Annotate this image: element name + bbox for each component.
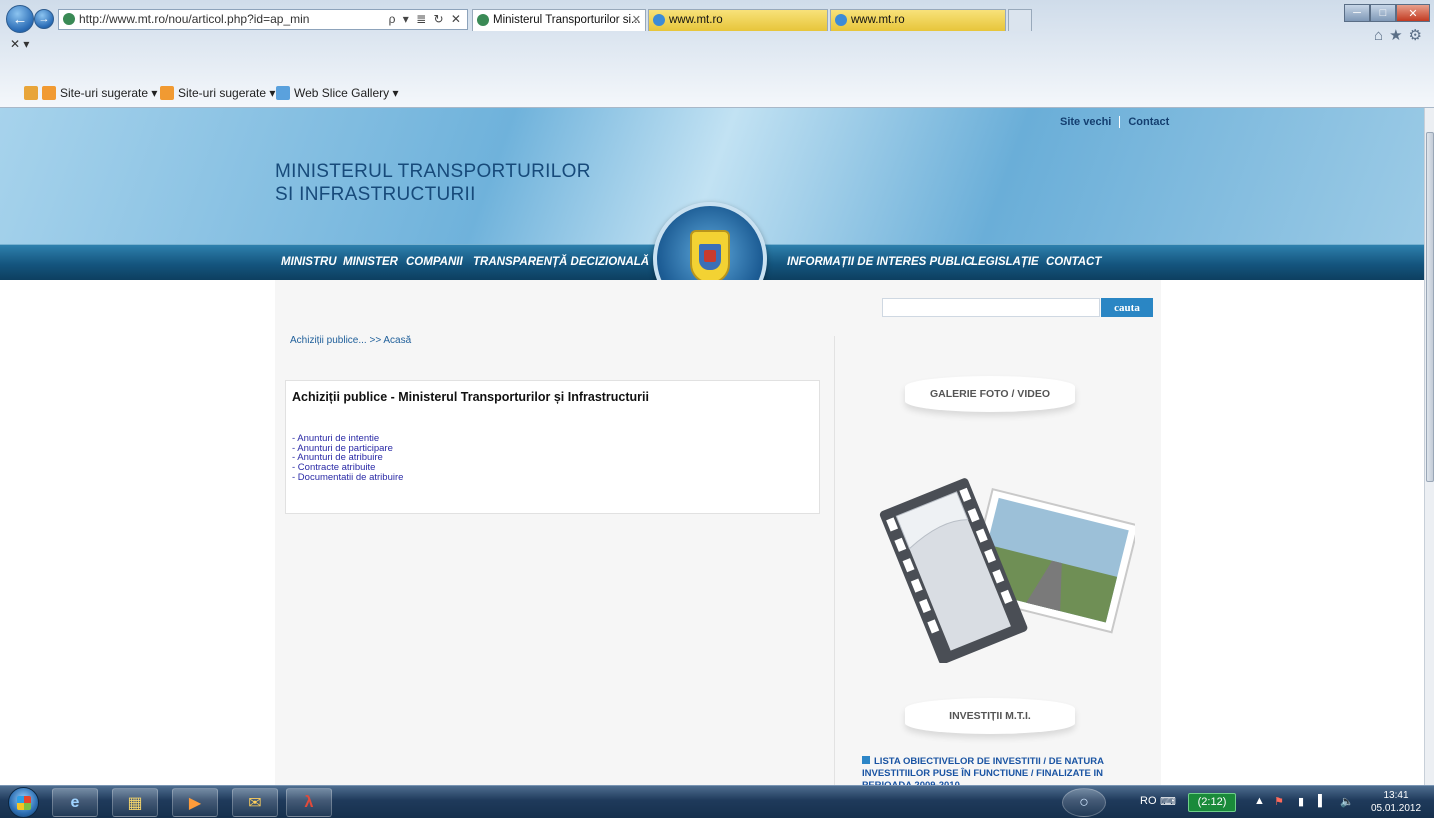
- nav-informatii[interactable]: INFORMAȚII DE INTERES PUBLIC: [787, 256, 972, 268]
- clock[interactable]: 13:41 05.01.2012: [1366, 789, 1426, 815]
- favorites-sugerate-1[interactable]: Site-uri sugerate ▾: [24, 86, 157, 100]
- tab-mt-ro-1[interactable]: www.mt.ro: [648, 9, 828, 31]
- tab-label: www.mt.ro: [851, 14, 905, 26]
- language-indicator[interactable]: RO: [1140, 795, 1157, 807]
- nav-ministru[interactable]: MINISTRU: [281, 256, 337, 268]
- link-documentatii-atribuire[interactable]: - Documentatii de atribuire: [292, 473, 403, 483]
- tab-ministerul[interactable]: Ministerul Transporturilor si... ✕: [472, 9, 646, 31]
- keyboard-icon[interactable]: ⌨: [1160, 795, 1176, 808]
- media-icon[interactable]: ▶: [172, 788, 218, 817]
- tab-favicon-icon: [477, 14, 489, 26]
- command-bar[interactable]: ✕ ▾: [10, 37, 29, 51]
- article-title: Achiziții publice - Ministerul Transport…: [292, 390, 649, 404]
- contact-top-link[interactable]: Contact: [1128, 116, 1169, 128]
- article-link-list: - Anunturi de intentie - Anunturi de par…: [292, 434, 403, 483]
- network-warning-icon[interactable]: ⚑: [1274, 795, 1284, 808]
- film-photo-icon[interactable]: [860, 458, 1135, 663]
- favorites-label: Site-uri sugerate ▾: [60, 86, 158, 100]
- browser-toolicons: ⌂★⚙: [1374, 26, 1428, 44]
- article-box: Achiziții publice - Ministerul Transport…: [285, 380, 820, 514]
- back-arrow-icon[interactable]: ←: [6, 5, 34, 33]
- tab-mt-ro-2[interactable]: www.mt.ro: [830, 9, 1006, 31]
- investitii-heading[interactable]: INVESTIȚII M.T.I.: [905, 698, 1075, 734]
- tab-close-icon[interactable]: ✕: [632, 10, 641, 30]
- shield-icon: [690, 230, 730, 284]
- address-url: http://www.mt.ro/nou/articol.php?id=ap_m…: [79, 12, 310, 26]
- ie-icon[interactable]: e: [52, 788, 98, 817]
- signal-icon[interactable]: ▌: [1318, 795, 1326, 807]
- outlook-icon[interactable]: ✉: [232, 788, 278, 817]
- investment-link-text: LISTA OBIECTIVELOR DE INVESTITII / DE NA…: [862, 756, 1104, 785]
- nav-legislatie[interactable]: LEGISLAȚIE: [971, 256, 1039, 268]
- clock-time: 13:41: [1383, 790, 1409, 801]
- favorites-label: Web Slice Gallery ▾: [294, 86, 399, 100]
- investment-list-link[interactable]: LISTA OBIECTIVELOR DE INVESTITII / DE NA…: [862, 756, 1122, 785]
- site-title-line1: MINISTERUL TRANSPORTURILOR: [275, 161, 591, 182]
- explorer-icon[interactable]: ▦: [112, 788, 158, 817]
- favorites-star-icon: [24, 86, 38, 100]
- ie-page-icon: [653, 14, 665, 26]
- clock-date: 05.01.2012: [1370, 803, 1422, 814]
- tray-app-icon[interactable]: ○: [1062, 788, 1106, 817]
- browser-chrome: ← → http://www.mt.ro/nou/articol.php?id=…: [0, 0, 1434, 108]
- nav-minister[interactable]: MINISTER: [343, 256, 398, 268]
- minimize-icon[interactable]: ─: [1344, 4, 1370, 22]
- scroll-thumb[interactable]: [1426, 132, 1434, 482]
- start-button[interactable]: [8, 787, 39, 818]
- address-bar[interactable]: http://www.mt.ro/nou/articol.php?id=ap_m…: [58, 9, 468, 30]
- top-links: Site vechi Contact: [1060, 116, 1169, 129]
- battery-icon[interactable]: ▮: [1298, 795, 1304, 808]
- tab-label: www.mt.ro: [669, 14, 723, 26]
- page-scrollbar[interactable]: [1424, 108, 1434, 785]
- gallery-heading[interactable]: GALERIE FOTO / VIDEO: [905, 376, 1075, 412]
- address-controls[interactable]: ρ ▾ ≣ ↻ ✕: [389, 10, 463, 29]
- show-hidden-icons-icon[interactable]: ▲: [1254, 795, 1265, 807]
- web-slice-icon: [276, 86, 290, 100]
- windows-logo-icon: [17, 796, 31, 810]
- forward-arrow-icon[interactable]: →: [34, 9, 54, 29]
- nav-companii[interactable]: COMPANII: [406, 256, 463, 268]
- site-vechi-link[interactable]: Site vechi: [1060, 116, 1111, 128]
- breadcrumb[interactable]: Achiziții publice... >> Acasă: [290, 335, 411, 346]
- site-title-line2: SI INFRASTRUCTURII: [275, 184, 476, 205]
- ie-page-icon: [835, 14, 847, 26]
- windows-taskbar: e ▦ ▶ ✉ λ ○ RO ⌨ (2:12) ▲ ⚑ ▮ ▌ 🔈 13:41 …: [0, 785, 1434, 818]
- bullet-square-icon: [862, 756, 870, 764]
- close-icon[interactable]: ✕: [1396, 4, 1430, 22]
- nav-transparenta[interactable]: TRANSPARENȚĂ DECIZIONALĂ: [473, 256, 649, 268]
- star-icon[interactable]: ★: [1389, 27, 1408, 44]
- favorites-sugerate-2[interactable]: Site-uri sugerate ▾: [160, 86, 275, 100]
- search-input[interactable]: [882, 298, 1100, 317]
- tray-counter[interactable]: (2:12): [1188, 793, 1236, 812]
- column-divider: [834, 336, 835, 785]
- favorites-label: Site-uri sugerate ▾: [178, 86, 276, 100]
- gear-icon[interactable]: ⚙: [1409, 27, 1428, 44]
- volume-icon[interactable]: 🔈: [1340, 795, 1354, 808]
- navigation-row: ← → http://www.mt.ro/nou/articol.php?id=…: [0, 4, 1434, 34]
- new-tab-button[interactable]: [1008, 9, 1032, 31]
- suggested-sites-icon: [160, 86, 174, 100]
- site-favicon-icon: [63, 13, 75, 25]
- window-controls: ─ □ ✕: [1344, 4, 1430, 24]
- web-page: MINISTERUL TRANSPORTURILOR SI INFRASTRUC…: [0, 108, 1424, 785]
- tab-label: Ministerul Transporturilor si...: [493, 14, 641, 26]
- home-icon[interactable]: ⌂: [1374, 27, 1389, 44]
- favorites-web-slice[interactable]: Web Slice Gallery ▾: [276, 86, 399, 100]
- nav-contact[interactable]: CONTACT: [1046, 256, 1101, 268]
- site-title[interactable]: MINISTERUL TRANSPORTURILOR SI INFRASTRUC…: [275, 160, 591, 206]
- search-button[interactable]: cauta: [1101, 298, 1153, 317]
- favorites-bar: Site-uri sugerate ▾ Site-uri sugerate ▾ …: [0, 82, 1434, 106]
- suggested-sites-icon: [42, 86, 56, 100]
- acrobat-icon[interactable]: λ: [286, 788, 332, 817]
- maximize-icon[interactable]: □: [1370, 4, 1396, 22]
- link-separator: [1119, 116, 1121, 129]
